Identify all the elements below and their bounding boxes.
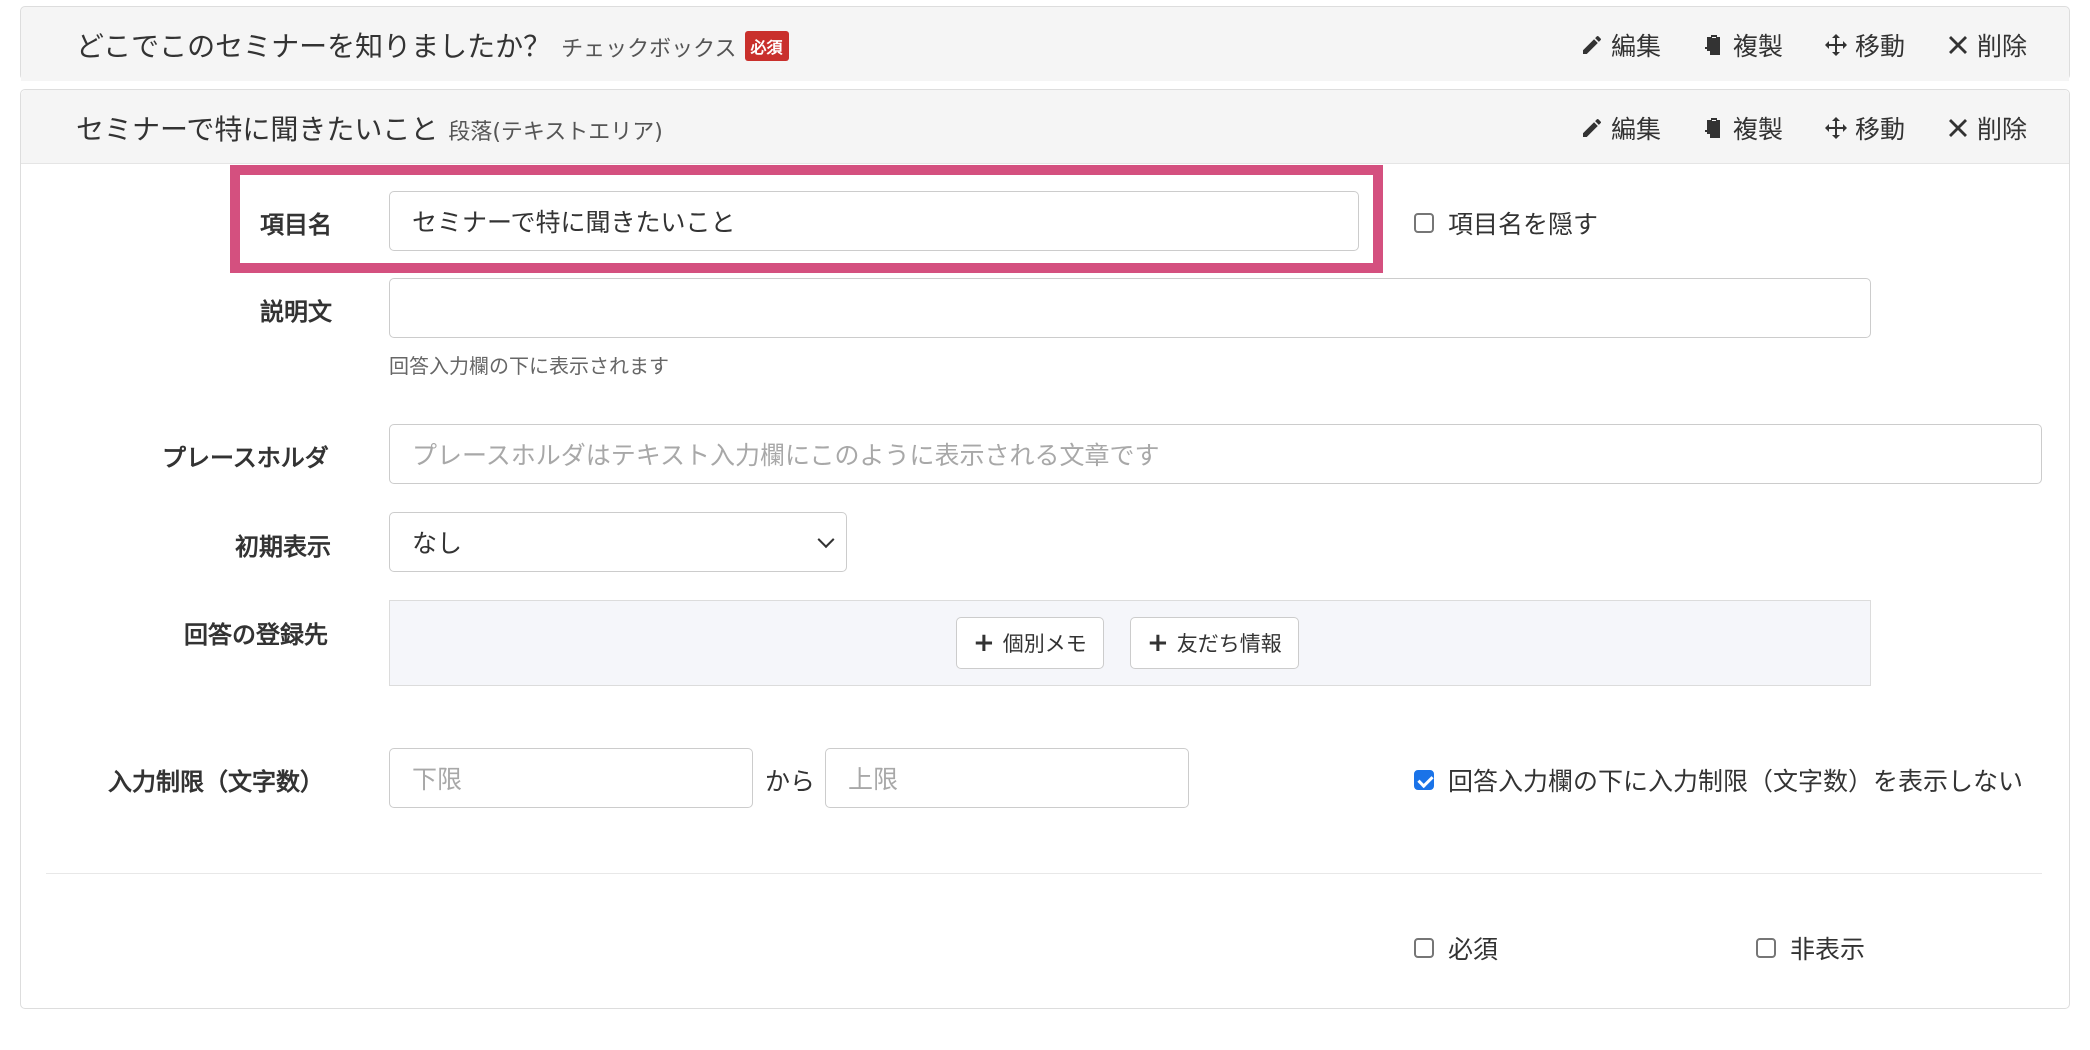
description-label: 説明文 bbox=[260, 298, 332, 326]
item-title: どこでこのセミナーを知りましたか？ bbox=[76, 30, 552, 63]
close-icon bbox=[1945, 115, 1971, 141]
selected-value: なし bbox=[412, 529, 463, 558]
panel-heading: セミナーで特に聞きたいこと 段落(テキストエリア) 編集 複製 移動 削除 bbox=[21, 90, 2069, 164]
hide-item-name-checkbox[interactable]: 項目名を隠す bbox=[1414, 205, 1598, 241]
add-individual-memo-button[interactable]: + 個別メモ bbox=[956, 617, 1104, 669]
required-checkbox[interactable]: 必須 bbox=[1414, 930, 1498, 966]
form-item-panel-source: どこでこのセミナーを知りましたか？ チェックボックス 必須 編集 複製 移動 削除 bbox=[20, 6, 2070, 81]
description-help: 回答入力欄の下に表示されます bbox=[389, 354, 669, 378]
limit-connector: から bbox=[765, 767, 816, 796]
checkbox-box bbox=[1414, 938, 1434, 958]
item-type: チェックボックス bbox=[561, 37, 737, 62]
registration-area: + 個別メモ + 友だち情報 bbox=[389, 600, 1871, 686]
checkbox-box bbox=[1414, 213, 1434, 233]
checkbox-box bbox=[1756, 938, 1776, 958]
item-type: 段落(テキストエリア) bbox=[448, 120, 663, 145]
panel-title: どこでこのセミナーを知りましたか？ チェックボックス 必須 bbox=[76, 25, 789, 65]
move-button[interactable]: 移動 bbox=[1823, 110, 1905, 146]
hidden-checkbox[interactable]: 非表示 bbox=[1756, 930, 1865, 966]
chevron-down-icon bbox=[817, 531, 835, 549]
panel-actions: 編集 複製 移動 削除 bbox=[1579, 110, 2027, 146]
initial-display-select[interactable]: なし bbox=[389, 512, 847, 572]
move-button[interactable]: 移動 bbox=[1823, 27, 1905, 63]
clipboard-icon bbox=[1701, 32, 1727, 58]
edit-button[interactable]: 編集 bbox=[1579, 27, 1661, 63]
clipboard-icon bbox=[1701, 115, 1727, 141]
initial-display-label: 初期表示 bbox=[235, 533, 331, 561]
plus-icon: + bbox=[973, 628, 995, 658]
hide-limit-checkbox[interactable]: 回答入力欄の下に入力制限（文字数）を表示しない bbox=[1414, 762, 2023, 798]
plus-icon: + bbox=[1147, 628, 1169, 658]
panel-heading: どこでこのセミナーを知りましたか？ チェックボックス 必須 編集 複製 移動 削除 bbox=[21, 7, 2069, 81]
duplicate-button[interactable]: 複製 bbox=[1701, 27, 1783, 63]
checkbox-box bbox=[1414, 770, 1434, 790]
limit-label: 入力制限（文字数） bbox=[108, 768, 324, 796]
limit-max-input[interactable]: 上限 bbox=[825, 748, 1189, 808]
delete-button[interactable]: 削除 bbox=[1945, 27, 2027, 63]
move-arrows-icon bbox=[1823, 32, 1849, 58]
duplicate-button[interactable]: 複製 bbox=[1701, 110, 1783, 146]
divider bbox=[46, 873, 2042, 874]
item-name-input[interactable]: セミナーで特に聞きたいこと bbox=[389, 191, 1359, 251]
description-input[interactable] bbox=[389, 278, 1871, 338]
item-title: セミナーで特に聞きたいこと bbox=[76, 113, 439, 146]
limit-min-input[interactable]: 下限 bbox=[389, 748, 753, 808]
add-friend-info-button[interactable]: + 友だち情報 bbox=[1130, 617, 1299, 669]
registration-label: 回答の登録先 bbox=[184, 621, 328, 649]
close-icon bbox=[1945, 32, 1971, 58]
placeholder-label: プレースホルダ bbox=[162, 444, 329, 472]
required-badge: 必須 bbox=[744, 31, 789, 61]
placeholder-input[interactable]: プレースホルダはテキスト入力欄にこのように表示される文章です bbox=[389, 424, 2042, 484]
panel-title: セミナーで特に聞きたいこと 段落(テキストエリア) bbox=[76, 108, 663, 148]
edit-button[interactable]: 編集 bbox=[1579, 110, 1661, 146]
delete-button[interactable]: 削除 bbox=[1945, 110, 2027, 146]
pencil-icon bbox=[1579, 115, 1605, 141]
move-arrows-icon bbox=[1823, 115, 1849, 141]
panel-actions: 編集 複製 移動 削除 bbox=[1579, 27, 2027, 63]
item-name-label: 項目名 bbox=[260, 211, 332, 239]
pencil-icon bbox=[1579, 32, 1605, 58]
